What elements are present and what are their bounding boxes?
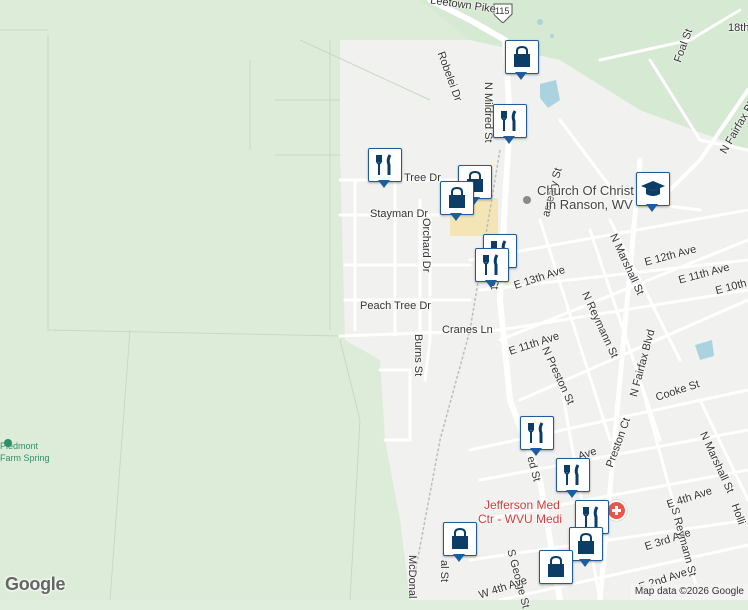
street-label: Peach Tree Dr [360, 300, 431, 312]
street-label: McDonal [406, 555, 418, 599]
restaurant-marker[interactable] [493, 104, 527, 148]
shopping-bag-icon [548, 555, 564, 577]
shopping-bag-icon [452, 527, 468, 549]
restaurant-marker[interactable] [520, 416, 554, 460]
shopping-marker[interactable] [505, 40, 539, 84]
shopping-marker[interactable] [539, 550, 573, 594]
restaurant-marker[interactable] [475, 248, 509, 292]
church-label-line2: in Ranson, WV [546, 197, 633, 212]
street-label: Burns St [412, 334, 424, 377]
fork-knife-icon [376, 154, 392, 175]
map-attribution[interactable]: Map data ©2026 Google [630, 584, 748, 600]
restaurant-marker[interactable] [368, 148, 402, 192]
shopping-bag-icon [578, 532, 594, 554]
shopping-marker[interactable] [569, 527, 603, 571]
route-shield-label: 115 [495, 6, 510, 16]
park-label-line2: Farm Spring [0, 453, 50, 463]
hospital-label: Jefferson Med [484, 498, 560, 512]
hospital-label-line2: Ctr - WVU Medi [478, 512, 562, 526]
hospital-icon[interactable] [606, 500, 627, 521]
shopping-marker[interactable] [443, 522, 477, 566]
fork-knife-icon [564, 464, 580, 485]
street-label: Orchard Dr [420, 218, 432, 273]
school-marker[interactable] [636, 172, 670, 216]
street-label: 18th [728, 22, 748, 34]
church-label: Church Of Christ [537, 183, 634, 198]
shopping-marker[interactable] [440, 181, 474, 225]
graduation-cap-icon [641, 181, 665, 196]
street-label: Tree Dr [404, 172, 441, 184]
fork-knife-icon [528, 422, 544, 443]
park-label: Piedmont [0, 441, 39, 451]
restaurant-marker[interactable] [556, 458, 590, 502]
fork-knife-icon [501, 110, 517, 131]
fork-knife-icon [483, 254, 499, 275]
shopping-bag-icon [449, 186, 465, 208]
street-label: Cranes Ln [442, 324, 493, 336]
shopping-bag-icon [514, 45, 530, 67]
google-logo: Google [5, 574, 66, 594]
